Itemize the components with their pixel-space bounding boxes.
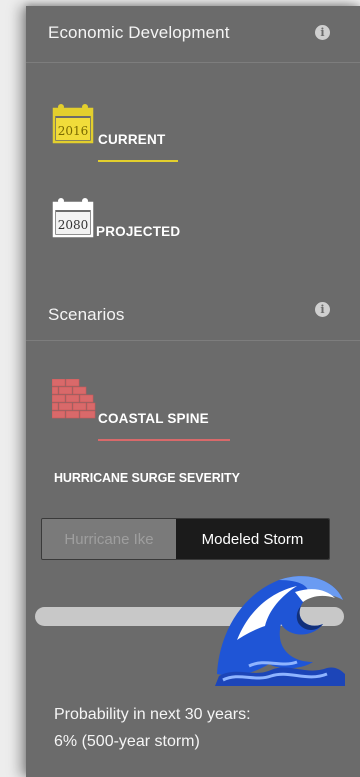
- info-icon[interactable]: i: [315, 302, 330, 317]
- svg-text:2080: 2080: [58, 218, 89, 232]
- economic-development-title: Economic Development: [48, 23, 230, 42]
- sidebar-panel: Economic Development i 2016 CURRENT 2080…: [26, 6, 360, 777]
- calendar-projected-icon: 2080: [52, 198, 94, 238]
- current-selected-underline: [98, 160, 178, 162]
- economic-development-header: Economic Development i: [26, 6, 360, 58]
- coastal-spine-selected-underline: [98, 439, 230, 441]
- option-projected[interactable]: 2080 PROJECTED: [52, 196, 232, 256]
- wave-icon[interactable]: [209, 566, 349, 686]
- info-icon[interactable]: i: [315, 25, 330, 40]
- option-label-projected: PROJECTED: [96, 224, 181, 239]
- divider: [26, 62, 360, 63]
- option-label-coastal-spine: COASTAL SPINE: [98, 411, 209, 426]
- scenarios-header: Scenarios i: [26, 286, 360, 338]
- option-label-current: CURRENT: [98, 132, 166, 147]
- calendar-current-icon: 2016: [52, 104, 94, 144]
- brick-wall-icon: [52, 379, 96, 419]
- probability-text: Probability in next 30 years: 6% (500-ye…: [54, 701, 344, 755]
- storm-toggle: Hurricane Ike Modeled Storm: [41, 518, 330, 560]
- divider: [26, 340, 360, 341]
- probability-line-2: 6% (500-year storm): [54, 733, 200, 750]
- toggle-modeled-storm[interactable]: Modeled Storm: [176, 519, 329, 559]
- svg-text:2016: 2016: [58, 124, 89, 138]
- probability-line-1: Probability in next 30 years:: [54, 706, 251, 723]
- option-coastal-spine[interactable]: COASTAL SPINE: [52, 379, 242, 441]
- option-current[interactable]: 2016 CURRENT: [52, 102, 212, 162]
- scenarios-title: Scenarios: [48, 305, 125, 324]
- surge-severity-title: HURRICANE SURGE SEVERITY: [54, 471, 240, 485]
- toggle-hurricane-ike[interactable]: Hurricane Ike: [42, 519, 176, 559]
